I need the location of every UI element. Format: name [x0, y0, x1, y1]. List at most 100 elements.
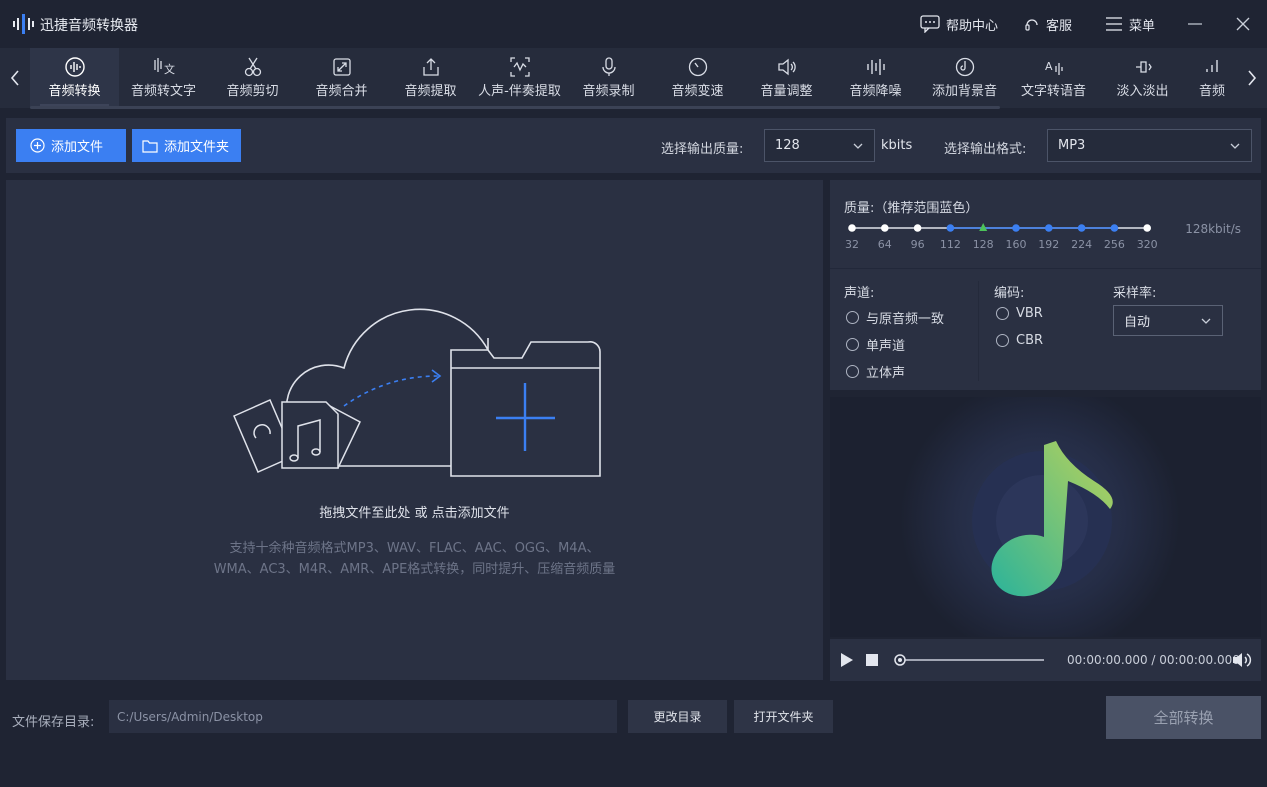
quality-tick-dot[interactable]: [1012, 224, 1020, 232]
quality-title: 质量:（推荐范围蓝色）: [844, 201, 979, 216]
radio-circle: [846, 338, 859, 351]
tool-audio-convert[interactable]: 音频转换: [30, 48, 119, 108]
bars-icon: [1206, 60, 1218, 72]
menu-label: 菜单: [1129, 18, 1156, 34]
fade-icon: [1135, 61, 1152, 73]
close-button[interactable]: [1231, 12, 1255, 36]
music-note-artwork: [900, 397, 1180, 637]
tools-scroll-right-button[interactable]: [1237, 48, 1267, 108]
quality-tick-label: 320: [1136, 238, 1158, 251]
encoding-option-label: CBR: [1016, 333, 1044, 348]
folder-icon: [142, 139, 158, 153]
quality-tick-label: 64: [877, 238, 892, 251]
radio-circle: [846, 365, 859, 378]
quality-unit: kbits: [881, 138, 913, 153]
quality-tick-dot[interactable]: [1110, 224, 1119, 232]
quality-value-readout: 128kbit/s: [1185, 222, 1241, 236]
quality-panel: 质量:（推荐范围蓝色） 32 64 96 112 128 160 192 224 256 320 …: [830, 180, 1261, 268]
quality-tick-dot[interactable]: [913, 224, 922, 232]
encoding-label: 编码:: [994, 286, 1025, 301]
tool-label: 音频转文字: [130, 84, 196, 99]
tool-audio-merge[interactable]: 音频合并: [297, 48, 386, 108]
quality-tick-label: 112: [939, 238, 961, 251]
radio-circle: [846, 311, 859, 324]
samplerate-select-value: 自动: [1124, 315, 1151, 330]
supported-formats-text: 支持十余种音频格式MP3、WAV、FLAC、AAC、OGG、M4A、 WMA、A…: [6, 538, 823, 580]
quality-slider[interactable]: [844, 220, 1154, 236]
format-select[interactable]: MP3: [1047, 129, 1252, 162]
stop-icon[interactable]: [866, 654, 878, 666]
channel-option-original[interactable]: 与原音频一致: [846, 308, 944, 327]
encoding-option-vbr[interactable]: VBR: [996, 306, 1043, 321]
radio-circle: [996, 307, 1009, 320]
supported-formats-line2: WMA、AC3、M4R、AMR、APE格式转换，同时提升、压缩音频质量: [213, 562, 616, 577]
audio-player-bar: 00:00:00.000 / 00:00:00.000: [830, 639, 1261, 681]
quality-tick-dot[interactable]: [1143, 224, 1151, 232]
add-file-button[interactable]: 添加文件: [16, 129, 126, 162]
quality-tick-dot[interactable]: [1077, 224, 1086, 232]
chevron-down-icon: [1230, 143, 1240, 149]
tool-noise-reduction[interactable]: 音频降噪: [831, 48, 920, 108]
tool-add-background[interactable]: 添加背景音: [920, 48, 1009, 108]
tools-scroll-left-button[interactable]: [0, 48, 30, 108]
quality-tick-dot[interactable]: [946, 224, 955, 232]
tool-audio-more[interactable]: 音频: [1187, 48, 1237, 108]
svg-text:文: 文: [164, 62, 175, 76]
tools-scrollbar[interactable]: [30, 106, 1000, 109]
tool-audio-record[interactable]: 音频录制: [564, 48, 653, 108]
quality-tick-label: 160: [1005, 238, 1027, 251]
channel-option-label: 与原音频一致: [866, 312, 945, 327]
convert-all-button[interactable]: 全部转换: [1106, 696, 1261, 739]
quality-select[interactable]: 128: [764, 129, 875, 162]
quality-select-label: 选择输出质量:: [661, 142, 744, 157]
upload-box-icon: [422, 58, 439, 76]
tool-label: 音频降噪: [849, 84, 902, 99]
channel-option-label: 单声道: [866, 339, 906, 354]
open-folder-button[interactable]: 打开文件夹: [734, 700, 833, 733]
tool-vocal-extract[interactable]: 人声-伴奏提取: [475, 48, 564, 108]
speed-dial-icon: [688, 57, 707, 77]
tool-audio-cut[interactable]: 音频剪切: [208, 48, 297, 108]
hamburger-menu-icon: [1106, 17, 1122, 31]
app-title: 迅捷音频转换器: [40, 18, 138, 34]
tool-fade-in-out[interactable]: 淡入淡出: [1098, 48, 1187, 108]
music-disc-icon: [955, 57, 974, 77]
help-center-label: 帮助中心: [946, 18, 999, 34]
progress-slider[interactable]: [894, 653, 1046, 667]
quality-tick-dot[interactable]: [848, 224, 856, 232]
quality-tick-dot[interactable]: [881, 224, 889, 232]
tool-label: 音频变速: [671, 84, 724, 99]
tool-audio-to-text[interactable]: 文 音频转文字: [119, 48, 208, 108]
tool-audio-speed[interactable]: 音频变速: [653, 48, 742, 108]
merge-icon: [332, 58, 351, 76]
minimize-icon: [1188, 23, 1202, 25]
action-bar: 添加文件 添加文件夹 选择输出质量: 128 kbits 选择输出格式: MP3: [6, 118, 1261, 173]
save-directory-input[interactable]: [109, 700, 617, 733]
play-icon[interactable]: [840, 652, 854, 668]
channel-option-mono[interactable]: 单声道: [846, 335, 905, 354]
svg-text:A: A: [1045, 60, 1053, 73]
menu-button[interactable]: 菜单: [1105, 13, 1155, 35]
vocal-wave-icon: [509, 57, 530, 77]
app-logo-icon: [13, 14, 34, 34]
volume-icon[interactable]: [1231, 651, 1253, 669]
format-select-label: 选择输出格式:: [944, 142, 1027, 157]
drop-files-illustration: [233, 308, 601, 477]
chevron-down-icon: [853, 143, 863, 149]
add-folder-button[interactable]: 添加文件夹: [132, 129, 241, 162]
quality-tick-dot[interactable]: [1045, 224, 1053, 232]
customer-service-button[interactable]: 客服: [1024, 13, 1072, 35]
tool-volume-adjust[interactable]: 音量调整: [742, 48, 831, 108]
tool-text-to-speech[interactable]: A 文字转语音: [1009, 48, 1098, 108]
file-drop-zone[interactable]: 拖拽文件至此处 或 点击添加文件 支持十余种音频格式MP3、WAV、FLAC、A…: [6, 180, 823, 680]
channel-option-stereo[interactable]: 立体声: [846, 362, 905, 381]
tools-bar: 音频转换 文 音频转文字 音频剪切 音频合并 音频提取 人声-伴奏提取 音频录制…: [0, 48, 1267, 108]
minimize-button[interactable]: [1183, 12, 1207, 36]
samplerate-select[interactable]: 自动: [1113, 305, 1223, 336]
change-directory-button[interactable]: 更改目录: [628, 700, 727, 733]
encoding-option-cbr[interactable]: CBR: [996, 333, 1043, 348]
tool-audio-extract[interactable]: 音频提取: [386, 48, 475, 108]
audio-wave-circle-icon: [64, 57, 85, 77]
quality-selected-marker[interactable]: [979, 223, 988, 231]
help-center-button[interactable]: 帮助中心: [920, 13, 998, 35]
